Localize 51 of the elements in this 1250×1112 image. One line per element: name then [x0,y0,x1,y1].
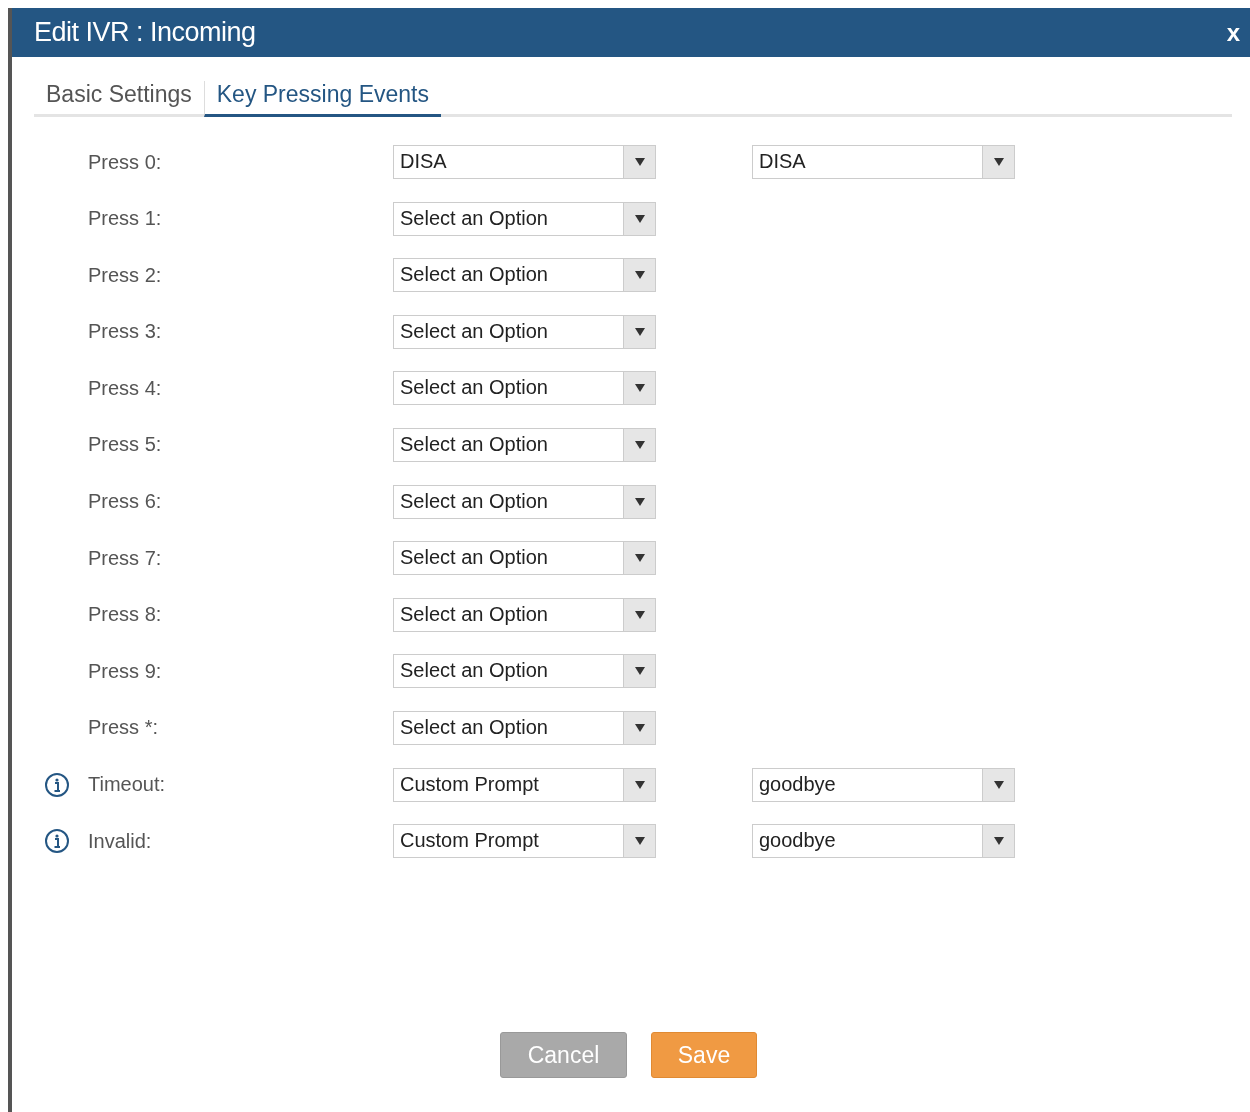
caret-icon [634,214,645,223]
caret-icon [993,158,1004,166]
field-label: Press 2: [88,263,163,287]
dropdown[interactable]: goodbye [752,824,1015,859]
field-label: Press 6: [88,490,163,514]
dropdown[interactable]: DISA [393,145,656,179]
tab[interactable]: Key Pressing Events [203,81,441,117]
field-label: Press 4: [88,376,163,400]
field-label: Press 8: [88,603,163,627]
dropdown[interactable]: Select an Option [393,597,656,632]
caret-icon [634,554,645,563]
field-label: Press 7: [88,546,163,570]
caret-icon [634,667,645,676]
caret-icon [634,497,645,506]
dropdown[interactable]: Custom Prompt [393,767,656,802]
dropdown[interactable]: DISA [752,145,1015,179]
field-label: Press *: [88,716,160,740]
dropdown[interactable]: Select an Option [393,484,656,519]
caret-icon [634,327,645,336]
caret-icon [634,271,645,280]
field-label: Press 5: [88,433,163,457]
window-title: Edit IVR : Incoming [34,17,256,48]
field-label: Press 1: [88,207,163,231]
dropdown[interactable]: Select an Option [393,427,656,462]
dropdown[interactable]: goodbye [752,767,1015,802]
dropdown[interactable]: Select an Option [393,371,656,406]
dropdown[interactable]: Select an Option [393,654,656,689]
field-label: Press 9: [88,659,163,683]
info-icon[interactable] [44,828,70,855]
caret-icon [993,837,1004,846]
dropdown[interactable]: Custom Prompt [393,824,656,859]
close-button[interactable]: x [1226,18,1240,47]
field-label: Press 0: [88,150,163,174]
field-label: Timeout: [88,773,167,797]
field-label: Invalid: [88,829,153,853]
caret-icon [634,384,645,393]
caret-icon [634,837,645,846]
info-icon[interactable] [44,771,70,798]
caret-icon [634,780,645,789]
caret-icon [993,780,1004,789]
caret-icon [634,440,645,449]
dropdown[interactable]: Select an Option [393,710,656,745]
tab[interactable]: Basic Settings [34,81,204,117]
dropdown[interactable]: Select an Option [393,201,656,236]
dropdown[interactable]: Select an Option [393,541,656,576]
dropdown[interactable]: Select an Option [393,258,656,293]
dropdown[interactable]: Select an Option [393,314,656,349]
caret-icon [634,610,645,619]
caret-icon [634,723,645,732]
field-label: Press 3: [88,320,163,344]
caret-icon [634,158,645,166]
